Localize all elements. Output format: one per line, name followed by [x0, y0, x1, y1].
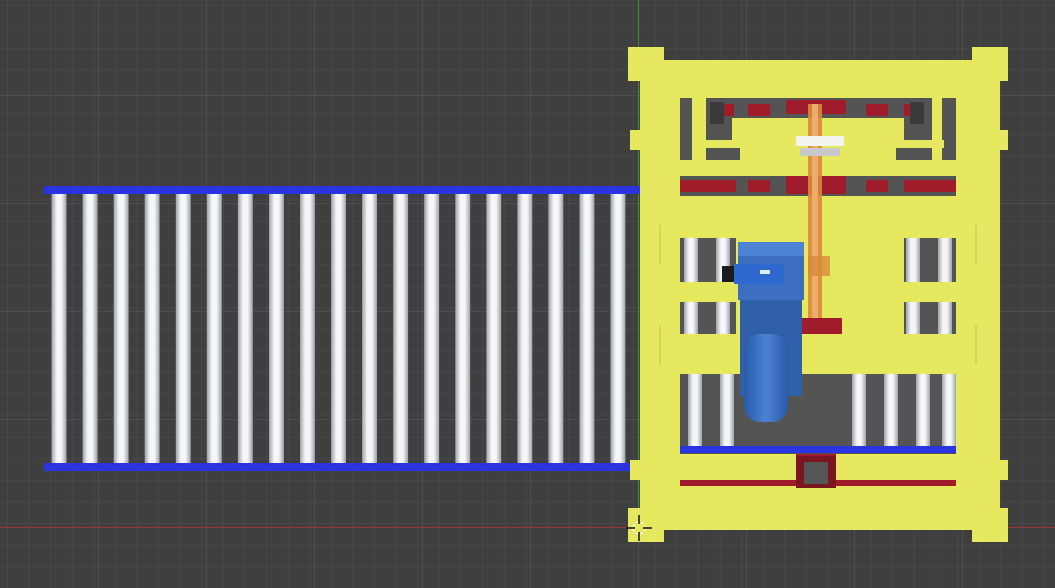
frame-roller — [716, 302, 730, 334]
frame-blue-rail — [680, 446, 956, 453]
frame-side-tab — [996, 130, 1008, 150]
frame-corner-tl — [628, 47, 664, 81]
motor-label-plate — [734, 264, 784, 284]
conveyor-roller — [82, 194, 98, 464]
inner-bar — [932, 98, 942, 160]
motor-cylinder — [744, 334, 788, 422]
frame-roller — [852, 374, 866, 446]
conveyor-roller — [455, 194, 471, 464]
frame-roller — [684, 302, 698, 334]
conveyor-roller — [113, 194, 129, 464]
red-bracket — [680, 180, 736, 192]
red-bracket — [748, 180, 770, 192]
inner-bar — [732, 118, 740, 148]
conveyor-roller — [206, 194, 222, 464]
conveyor-rollers — [51, 194, 626, 464]
pulley — [808, 256, 830, 276]
frame-corner-tr — [972, 47, 1008, 81]
inner-bar — [846, 486, 956, 492]
frame-roller — [906, 238, 920, 282]
motor-mount — [802, 318, 842, 334]
roller-conveyor[interactable] — [44, 186, 642, 471]
conveyor-roller — [393, 194, 409, 464]
red-bracket — [866, 180, 888, 192]
conveyor-roller — [175, 194, 191, 464]
bearing-block — [804, 462, 828, 484]
bearing — [710, 102, 724, 124]
bearing — [910, 102, 924, 124]
conveyor-roller — [362, 194, 377, 464]
inner-bar — [896, 118, 904, 148]
frame-roller — [942, 374, 956, 446]
frame-side-tab — [630, 130, 644, 150]
frame-roller — [688, 374, 702, 446]
frame-roller — [938, 238, 952, 282]
conveyor-roller — [517, 194, 533, 464]
conveyor-roller — [300, 194, 315, 464]
motor-label-mark — [760, 270, 770, 274]
3d-viewport[interactable] — [0, 0, 1055, 588]
conveyor-roller — [331, 194, 346, 464]
conveyor-roller — [51, 194, 67, 464]
conveyor-roller — [486, 194, 502, 464]
frame-side-tab — [996, 460, 1008, 480]
conveyor-roller — [424, 194, 440, 464]
frame-roller — [938, 302, 952, 334]
frame-roller — [906, 302, 920, 334]
red-bracket — [748, 104, 770, 116]
frame-side-tab — [630, 460, 644, 480]
conveyor-roller — [548, 194, 564, 464]
motor-top — [738, 242, 804, 256]
belt-clamp — [800, 148, 840, 156]
conveyor-roller — [579, 194, 595, 464]
red-bracket — [866, 104, 888, 116]
frame-roller — [684, 238, 698, 282]
conveyor-roller — [144, 194, 160, 464]
crosshair-icon[interactable] — [626, 515, 652, 541]
inner-bar — [680, 486, 790, 492]
scene — [44, 47, 1008, 542]
inner-bar — [692, 98, 706, 160]
belt-clamp — [796, 136, 844, 146]
frame-corner-br — [972, 508, 1008, 542]
red-bracket — [904, 180, 956, 192]
conveyor-roller — [610, 194, 626, 464]
conveyor-roller — [237, 194, 253, 464]
frame-roller — [884, 374, 898, 446]
frame-roller — [720, 374, 734, 446]
conveyor-roller — [269, 194, 284, 464]
conveyor-rail-bottom — [44, 463, 642, 471]
frame-roller — [916, 374, 930, 446]
conveyor-rail-top — [44, 186, 642, 194]
